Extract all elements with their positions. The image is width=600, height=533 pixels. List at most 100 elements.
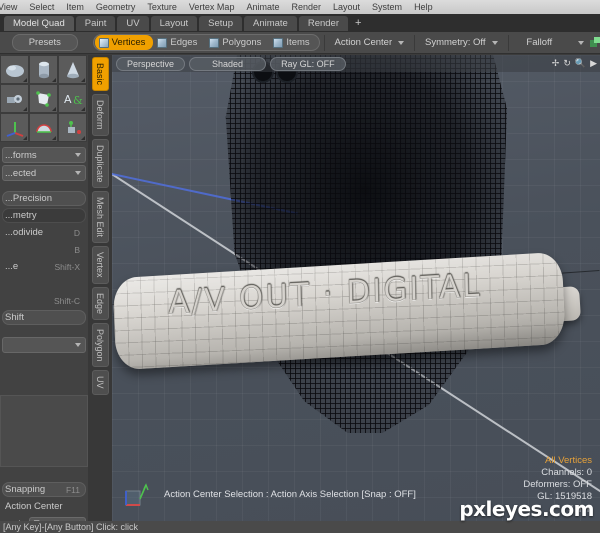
text-icon[interactable]: A & — [58, 84, 87, 113]
menu-item-geometry[interactable]: Geometry — [90, 0, 142, 14]
hud-deformers: Deformers: OFF — [523, 479, 592, 490]
status-bar-hint: [Any Key]-[Any Button] Click: click — [3, 522, 139, 532]
cone-icon[interactable] — [58, 55, 87, 84]
toolbar-divider-2 — [414, 34, 415, 51]
tab-layout[interactable]: Layout — [150, 15, 198, 31]
chevron-down-icon — [491, 40, 498, 45]
hud-channels: Channels: 0 — [541, 467, 592, 478]
shift-button[interactable]: Shift — [2, 310, 86, 325]
menu-item-layout[interactable]: Layout — [327, 0, 366, 14]
subdivide-button[interactable]: ...odivide D — [2, 225, 86, 240]
action-center-label: Action Center — [334, 37, 393, 48]
menu-item-texture[interactable]: Texture — [141, 0, 183, 14]
primitive-icon-row: A & — [0, 84, 88, 113]
axis-move-icon[interactable] — [0, 113, 29, 142]
tab-model-quad[interactable]: Model Quad — [4, 15, 74, 31]
action-center-row[interactable]: Action Center — [2, 499, 86, 514]
vtab-deform[interactable]: Deform — [91, 94, 109, 136]
selected-dropdown[interactable]: ...ected — [2, 165, 86, 181]
tab-render[interactable]: Render — [298, 15, 349, 31]
presets-button[interactable]: Presets — [11, 34, 78, 51]
menu-item-render[interactable]: Render — [285, 0, 327, 14]
raygl-toggle[interactable]: Ray GL: OFF — [270, 56, 346, 71]
presets-area: Presets — [0, 32, 90, 54]
svg-text:A: A — [64, 93, 72, 106]
precision-button[interactable]: ...Precision — [2, 191, 86, 206]
chevron-down-icon — [75, 343, 81, 347]
vtab-mesh-edit[interactable]: Mesh Edit — [91, 191, 109, 244]
tool-row-b[interactable]: B — [2, 242, 86, 257]
add-tab-button[interactable]: + — [350, 16, 366, 31]
tool-row-shiftx-shortcut: Shift-X — [54, 261, 80, 272]
3d-viewport[interactable]: A/V OUT · DIGITAL Perspective Shaded Ray… — [112, 55, 600, 521]
symmetry-button[interactable]: ...metry — [2, 208, 86, 223]
hud-selection-mode: All Vertices — [545, 455, 592, 466]
symmetry-label: Symmetry: Off — [425, 37, 486, 48]
snapping-label: Snapping — [5, 484, 46, 495]
transforms-dropdown[interactable]: ...forms — [2, 147, 86, 163]
sphere-icon[interactable] — [0, 55, 29, 84]
bend-icon[interactable] — [29, 113, 58, 142]
primitive-icon-row — [0, 113, 88, 142]
polygons-cube-icon — [209, 37, 220, 48]
menu-item-vertex-map[interactable]: Vertex Map — [183, 0, 241, 14]
subdivide-shortcut: D — [73, 227, 80, 238]
tool-row-empty[interactable] — [2, 276, 86, 291]
vtab-uv[interactable]: UV — [91, 370, 109, 395]
vtab-vertex[interactable]: Vertex — [91, 246, 109, 284]
vtab-basic[interactable]: Basic — [91, 57, 109, 92]
primitive-icon-grid: A & — [0, 55, 88, 142]
symmetry-dropdown[interactable]: Symmetry: Off — [419, 37, 504, 48]
mode-items-button[interactable]: Items — [269, 35, 317, 50]
menu-item-view[interactable]: View — [0, 0, 23, 14]
menu-item-select[interactable]: Select — [23, 0, 60, 14]
action-center-dropdown[interactable]: Action Center — [329, 37, 411, 48]
projection-dropdown[interactable]: Perspective — [116, 56, 186, 71]
axis-gizmo — [125, 483, 149, 506]
svg-text:&: & — [73, 94, 83, 107]
rotate-icon[interactable]: ↻ — [563, 57, 571, 69]
shading-dropdown[interactable]: Shaded — [189, 56, 267, 71]
menu-item-help[interactable]: Help — [408, 0, 439, 14]
menu-item-item[interactable]: Item — [60, 0, 90, 14]
tool-row-shiftc[interactable]: Shift-C — [2, 293, 86, 308]
move-icon[interactable]: ✢ — [552, 57, 560, 69]
tool-row-b-shortcut: B — [74, 244, 80, 255]
tab-setup[interactable]: Setup — [199, 15, 242, 31]
vtab-polygon[interactable]: Polygon — [91, 322, 109, 368]
pivot-icon[interactable] — [58, 113, 87, 142]
menu-bar: View Select Item Geometry Texture Vertex… — [0, 0, 600, 14]
tool-row-shiftc-shortcut: Shift-C — [54, 295, 80, 306]
snapping-button[interactable]: Snapping F11 — [2, 482, 86, 497]
mode-polygons-button[interactable]: Polygons — [205, 35, 269, 50]
mode-edges-button[interactable]: Edges — [153, 35, 205, 50]
tab-paint[interactable]: Paint — [75, 15, 116, 31]
cylinder-icon[interactable] — [29, 55, 58, 84]
vtab-duplicate[interactable]: Duplicate — [91, 138, 109, 189]
tool-option-rows: ...forms ...ected ...Precision ...metry … — [0, 145, 88, 355]
tool-row-shiftx[interactable]: ...e Shift-X — [2, 259, 86, 274]
chevron-down-icon — [398, 40, 405, 45]
falloff-shape-icon[interactable] — [590, 37, 600, 48]
chevron-down-icon — [75, 153, 81, 157]
subdivide-label: ...odivide — [5, 227, 44, 238]
mode-vertices-button[interactable]: Vertices — [94, 35, 154, 50]
vtab-edge[interactable]: Edge — [91, 286, 109, 320]
tab-uv[interactable]: UV — [117, 15, 149, 31]
tab-animate[interactable]: Animate — [243, 15, 297, 31]
zoom-icon[interactable]: 🔍 — [575, 57, 586, 69]
play-icon[interactable]: ▶ — [590, 57, 597, 69]
bevel-icon[interactable] — [29, 84, 58, 113]
viewport-status-text: Action Center Selection : Action Axis Se… — [164, 489, 416, 500]
precision-label: ...Precision — [5, 193, 52, 204]
tool-row-shiftx-label: ...e — [5, 261, 19, 272]
falloff-dropdown[interactable]: Falloff — [512, 37, 590, 48]
tool-extra-dropdown[interactable] — [2, 337, 86, 353]
shift-label: Shift — [5, 312, 25, 323]
menu-item-animate[interactable]: Animate — [240, 0, 285, 14]
action-center-row-label: Action Center — [5, 501, 63, 512]
mode-polygons-label: Polygons — [222, 37, 262, 48]
gear-icon[interactable] — [0, 84, 29, 113]
menu-item-system[interactable]: System — [366, 0, 408, 14]
transforms-label: ...forms — [5, 149, 37, 161]
